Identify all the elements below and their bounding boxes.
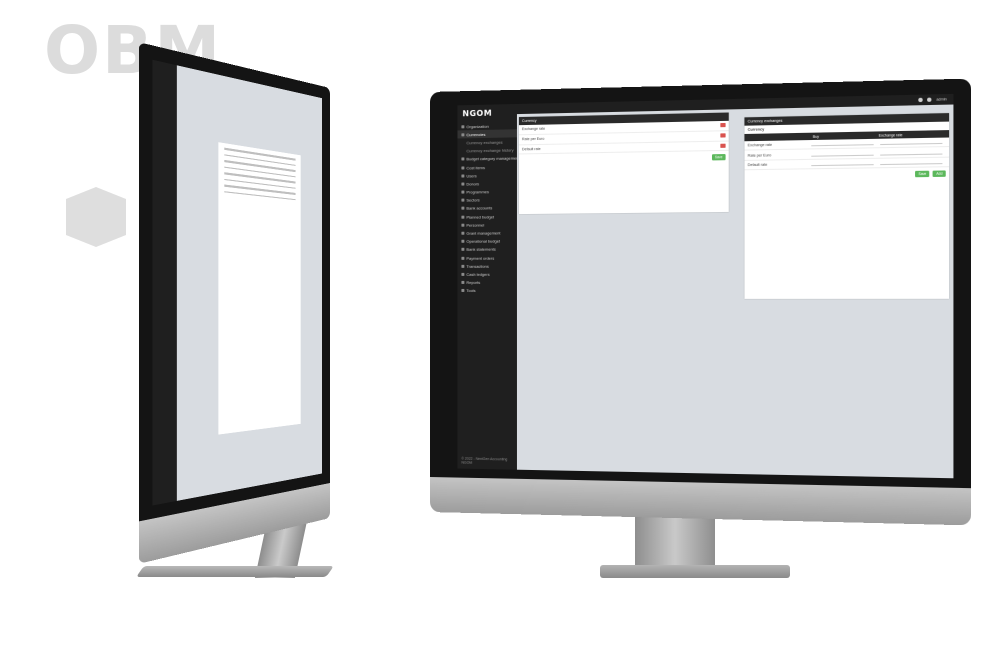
right-monitor-bezel: NGOM Organization Currencies Currency exch… [430,78,972,489]
rate-input[interactable] [879,149,943,156]
sidebar-item-label: Personnel [466,222,485,228]
sidebar-item-label: Budget category management [466,155,517,162]
row-label: Rate per Euro [521,136,545,142]
user-icon [461,174,465,178]
row-label: Exchange rate [521,127,546,132]
row-label: Default rate [747,162,768,168]
save-button[interactable]: Save [915,170,930,178]
app-sidebar: NGOM Organization Currencies Currency exch… [457,103,517,470]
sidebar-item-label: Planned budget [466,213,495,220]
transaction-icon [461,264,465,268]
rate-input[interactable] [879,159,943,166]
payment-icon [461,256,465,260]
row-label: Default rate [521,146,541,152]
sidebar-nav: Organization Currencies Currency exchanges… [457,121,517,295]
buy-input[interactable] [811,141,874,147]
row-label: Rate per Euro [747,152,772,158]
buy-input[interactable] [811,160,874,167]
sidebar-item-label: Currency exchange history [466,147,514,154]
sidebar-item-label: Operational budget [466,238,501,244]
app-screen: NGOM Organization Currencies Currency exch… [457,93,954,479]
sidebar-item-label: Reports [466,280,481,286]
chart-icon [461,239,465,244]
sidebar-item[interactable]: Bank statements [457,245,516,254]
column-header [748,134,813,139]
sidebar-item-label: Payment orders [466,255,495,261]
sidebar-item-label: Donors [466,181,480,187]
left-monitor-bezel [138,42,330,522]
sector-icon [461,198,465,202]
left-screen-panel [218,142,301,435]
settings-icon[interactable] [927,97,932,102]
left-screen-line [224,159,296,172]
buy-input[interactable] [811,151,874,157]
tools-icon [461,289,465,293]
cash-icon [461,272,465,276]
sidebar-footer: © 2022 - NextGen Accounting NGOM [461,456,508,465]
sidebar-item[interactable]: Reports [457,278,516,286]
statement-icon [461,248,465,252]
left-monitor-screen [152,59,323,506]
bell-icon[interactable] [918,97,924,103]
delete-button[interactable] [720,143,726,148]
sidebar-item[interactable]: Transactions [457,262,516,270]
left-screen-sidebar [152,59,177,506]
exchanges-actions: Save Add [744,167,949,183]
sidebar-item-label: Tools [466,288,476,294]
add-button[interactable]: Add [932,170,946,178]
building-icon [461,124,465,128]
hexagon-left [66,187,126,247]
donor-icon [461,182,465,186]
app-main: admin Currency Exchange rate Rate per Eur… [516,93,954,478]
save-button[interactable]: Save [711,154,726,161]
coin-icon [461,133,465,137]
budget-icon [461,215,465,219]
user-menu[interactable]: admin [936,97,947,101]
column-header: Exchange rate [878,132,903,138]
folder-icon [461,157,465,161]
currency-panel: Currency Exchange rate Rate per Euro Defau… [518,112,729,215]
left-screen-content [177,65,322,501]
sidebar-item-label: Grant management [466,230,501,236]
left-monitor-foot [136,566,334,577]
sidebar-item-label: Cash ledgers [466,271,490,277]
left-monitor-frame [138,42,330,564]
delete-button[interactable] [720,123,726,128]
programme-icon [461,190,465,194]
sidebar-item-label: Bank accounts [466,205,493,212]
sidebar-item[interactable]: Cash ledgers [457,270,516,278]
delete-button[interactable] [720,133,726,138]
row-label: Exchange rate [747,143,773,148]
currency-actions: Save [519,151,729,167]
right-monitor: NGOM Organization Currencies Currency exch… [430,78,972,592]
sidebar-item-label: Bank statements [466,246,496,253]
column-header: Buy [812,134,819,139]
sidebar-item[interactable]: Tools [457,287,516,295]
sidebar-item[interactable]: Payment orders [457,254,516,263]
sidebar-item-label: Currency exchanges [466,139,503,146]
sidebar-item-label: Users [466,173,477,179]
sidebar-item-label: Cost items [466,164,486,170]
brand-logo: NGOM [462,108,493,119]
rate-input[interactable] [879,139,943,146]
report-icon [461,281,465,285]
right-monitor-foot [600,565,790,578]
currency-rows: Exchange rate Rate per Euro Default rate [518,120,729,155]
sidebar-item-label: Organization [466,123,489,129]
sidebar-item-label: Sectors [466,197,480,203]
grant-icon [461,231,465,235]
right-monitor-frame: NGOM Organization Currencies Currency exch… [430,78,972,526]
exchanges-table-body: Exchange rate Rate per Euro Default rate [744,137,950,171]
app-topbar: admin [516,93,954,115]
sidebar-item-label: Transactions [466,263,489,269]
sidebar-item-label: Programmes [466,189,490,195]
sidebar-item-label: Currencies [466,131,486,138]
list-icon [461,165,465,170]
currency-exchanges-panel: Currency exchanges Currency Buy Exchange… [744,113,950,299]
bank-icon [461,207,465,211]
person-icon [461,223,465,227]
left-monitor [120,42,340,588]
